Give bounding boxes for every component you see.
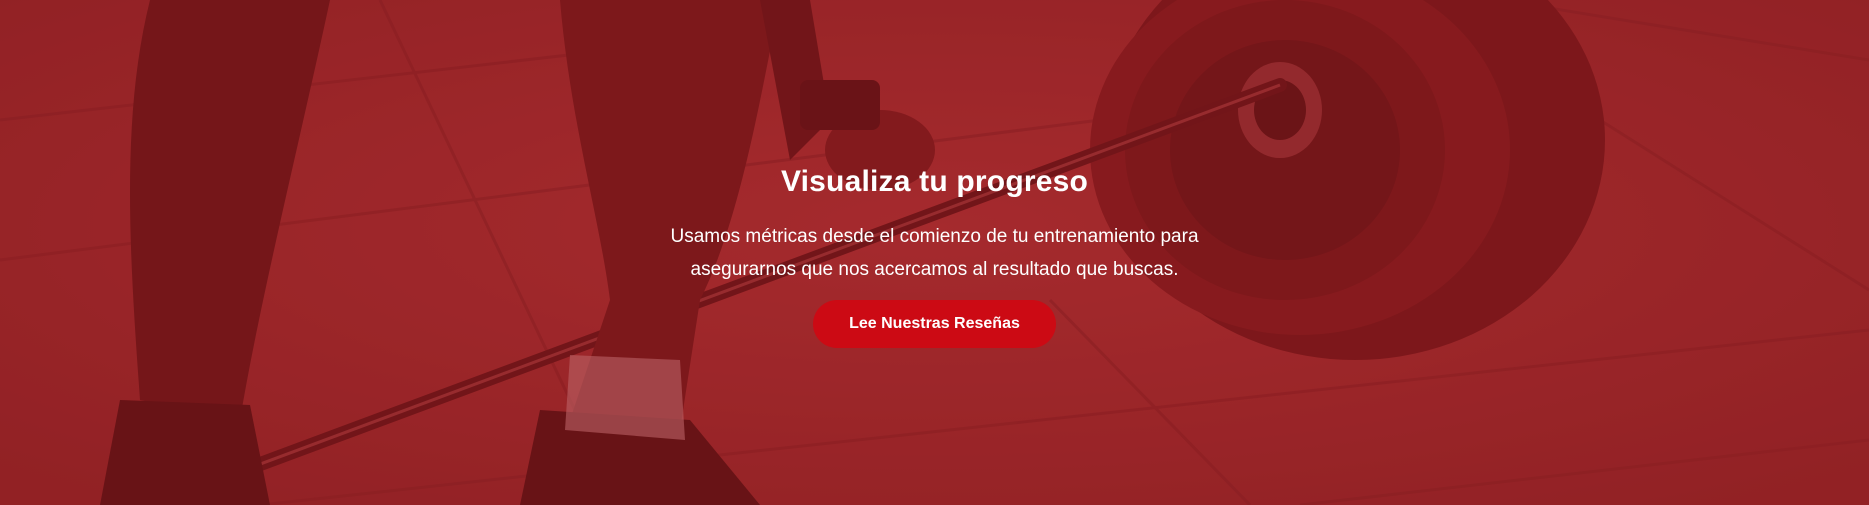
hero-content: Visualiza tu progreso Usamos métricas de… xyxy=(0,160,1869,348)
hero-description: Usamos métricas desde el comienzo de tu … xyxy=(635,220,1235,286)
hero-description-line-2: asegurarnos que nos acercamos al resulta… xyxy=(690,259,1179,280)
read-reviews-button[interactable]: Lee Nuestras Reseñas xyxy=(813,300,1056,348)
hero-description-line-1: Usamos métricas desde el comienzo de tu … xyxy=(670,226,1199,247)
hero-title: Visualiza tu progreso xyxy=(780,165,1089,198)
hero-section: Visualiza tu progreso Usamos métricas de… xyxy=(0,0,1869,505)
